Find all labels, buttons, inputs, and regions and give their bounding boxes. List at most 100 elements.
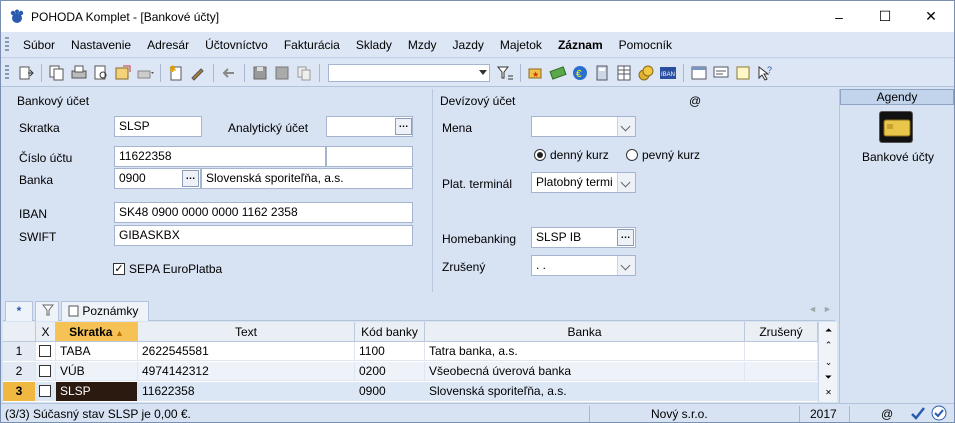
- close-grid-icon[interactable]: ✕: [820, 385, 837, 400]
- window-icon[interactable]: [690, 64, 708, 82]
- cell-kod: 1100: [355, 342, 425, 361]
- cell-zruseny: [745, 362, 818, 381]
- tab-filter[interactable]: [35, 301, 59, 321]
- scroll-down-icon[interactable]: ⌄: [820, 355, 837, 370]
- table-icon[interactable]: [615, 64, 633, 82]
- scroll-top-icon[interactable]: ⏶: [820, 323, 837, 338]
- note-icon[interactable]: [734, 64, 752, 82]
- menu-fakturacia[interactable]: Fakturácia: [276, 38, 348, 52]
- menu-zaznam[interactable]: Záznam: [550, 38, 611, 52]
- terminal-dropdown-icon[interactable]: [617, 173, 635, 192]
- quick-search-combo[interactable]: [328, 63, 490, 82]
- tab-notes[interactable]: Poznámky: [61, 301, 149, 321]
- menu-nastavenie[interactable]: Nastavenie: [63, 38, 139, 52]
- minimize-button[interactable]: –: [816, 1, 862, 32]
- menu-subor[interactable]: Súbor: [15, 38, 63, 52]
- row-checkbox-cell[interactable]: [36, 362, 56, 381]
- pevny-kurz-label: pevný kurz: [642, 148, 701, 162]
- euro-icon[interactable]: €: [571, 64, 589, 82]
- close-button[interactable]: ✕: [908, 1, 954, 32]
- cislo-suffix-input[interactable]: [326, 146, 413, 167]
- pevny-kurz-radio[interactable]: [626, 149, 638, 161]
- calculator-icon[interactable]: [593, 64, 611, 82]
- verified-icon[interactable]: [931, 405, 947, 422]
- check-icon[interactable]: [910, 405, 926, 422]
- cell-kod: 0900: [355, 382, 425, 401]
- row-checkbox-cell[interactable]: [36, 342, 56, 361]
- filter-icon[interactable]: [496, 64, 514, 82]
- save-icon[interactable]: [251, 64, 269, 82]
- table-row[interactable]: 1 TABA 2622545581 1100 Tatra banka, a.s.: [3, 342, 818, 361]
- menu-pomocnik[interactable]: Pomocník: [611, 38, 680, 52]
- table-row-selected[interactable]: 3 SLSP 11622358 0900 Slovenská sporiteľň…: [3, 382, 818, 401]
- zruseny-dropdown-icon[interactable]: [617, 256, 635, 275]
- table-scrollbar[interactable]: ⏶ ⌃ ⌄ ⏷ ✕: [818, 322, 837, 402]
- iban-icon[interactable]: IBAN: [659, 64, 677, 82]
- column-header-banka[interactable]: Banka: [425, 322, 745, 342]
- denny-kurz-radio[interactable]: [534, 149, 546, 161]
- toolbar-grip: [5, 64, 9, 81]
- message-icon[interactable]: [712, 64, 730, 82]
- row-checkbox[interactable]: [39, 365, 51, 377]
- svg-text:€: €: [576, 69, 582, 80]
- tab-scroll-left-icon[interactable]: ◄: [808, 304, 817, 314]
- banka-browse-button[interactable]: …: [182, 170, 199, 187]
- new-record-icon[interactable]: ✱: [167, 64, 185, 82]
- scroll-bottom-icon[interactable]: ⏷: [820, 370, 837, 385]
- export-icon[interactable]: [114, 64, 132, 82]
- column-header-zruseny[interactable]: Zrušený: [745, 322, 818, 342]
- open-agenda-icon[interactable]: [17, 64, 35, 82]
- column-header-text[interactable]: Text: [138, 322, 355, 342]
- skratka-input[interactable]: SLSP: [114, 116, 202, 137]
- copy-icon[interactable]: [48, 64, 66, 82]
- analyticky-browse-button[interactable]: …: [395, 118, 412, 135]
- row-checkbox[interactable]: [39, 385, 51, 397]
- cell-text: 11622358: [138, 382, 355, 401]
- menu-jazdy[interactable]: Jazdy: [445, 38, 492, 52]
- homebanking-browse-button[interactable]: …: [617, 229, 634, 246]
- table-row[interactable]: 2 VÚB 4974142312 0200 Všeobecná úverová …: [3, 362, 818, 381]
- sepa-checkbox[interactable]: ✓: [113, 263, 125, 275]
- svg-text:?: ?: [767, 65, 772, 75]
- menu-adresar[interactable]: Adresár: [139, 38, 197, 52]
- column-header-skratka[interactable]: Skratka ▲: [56, 322, 138, 342]
- money-icon[interactable]: [549, 64, 567, 82]
- terminal-label: Plat. terminál: [442, 177, 513, 191]
- save-all-icon[interactable]: [273, 64, 291, 82]
- cislo-input[interactable]: 11622358: [114, 146, 326, 167]
- duplicate-icon[interactable]: [295, 64, 313, 82]
- print-preview-icon[interactable]: [92, 64, 110, 82]
- maximize-button[interactable]: ☐: [862, 1, 908, 32]
- back-arrow-icon[interactable]: [220, 64, 238, 82]
- scroll-up-icon[interactable]: ⌃: [820, 338, 837, 353]
- menu-mzdy[interactable]: Mzdy: [400, 38, 445, 52]
- print-icon[interactable]: [70, 64, 88, 82]
- cell-skratka: TABA: [56, 342, 138, 361]
- row-checkbox[interactable]: [39, 345, 51, 357]
- mena-label: Mena: [442, 121, 473, 135]
- agenda-bank-accounts[interactable]: Bankové účty: [862, 150, 934, 164]
- column-header-kod[interactable]: Kód banky: [355, 322, 425, 342]
- email-at-icon[interactable]: @: [689, 94, 701, 108]
- mena-dropdown-icon[interactable]: [617, 117, 635, 136]
- bank-card-icon[interactable]: [879, 111, 913, 143]
- menu-majetok[interactable]: Majetok: [492, 38, 550, 52]
- status-email-icon[interactable]: @: [881, 407, 893, 421]
- skratka-label: Skratka: [19, 121, 60, 135]
- svg-text:IBAN: IBAN: [661, 72, 675, 78]
- sort-asc-icon: ▲: [112, 328, 124, 338]
- tab-scroll-right-icon[interactable]: ►: [823, 304, 832, 314]
- folder-star-icon[interactable]: ★: [527, 64, 545, 82]
- edit-record-icon[interactable]: [189, 64, 207, 82]
- coins-icon[interactable]: [637, 64, 655, 82]
- menu-uctovnictvo[interactable]: Účtovníctvo: [197, 38, 276, 52]
- print-dropdown-icon[interactable]: [136, 64, 154, 82]
- row-checkbox-cell[interactable]: [36, 382, 56, 401]
- iban-input[interactable]: SK48 0900 0000 0000 1162 2358: [114, 202, 413, 223]
- swift-input[interactable]: GIBASKBX: [114, 225, 413, 246]
- help-icon[interactable]: ?: [756, 64, 774, 82]
- menu-sklady[interactable]: Sklady: [348, 38, 400, 52]
- tab-star[interactable]: *: [5, 301, 33, 321]
- column-header-x[interactable]: X: [36, 322, 56, 342]
- agendas-panel: Agendy Bankové účty: [839, 89, 954, 422]
